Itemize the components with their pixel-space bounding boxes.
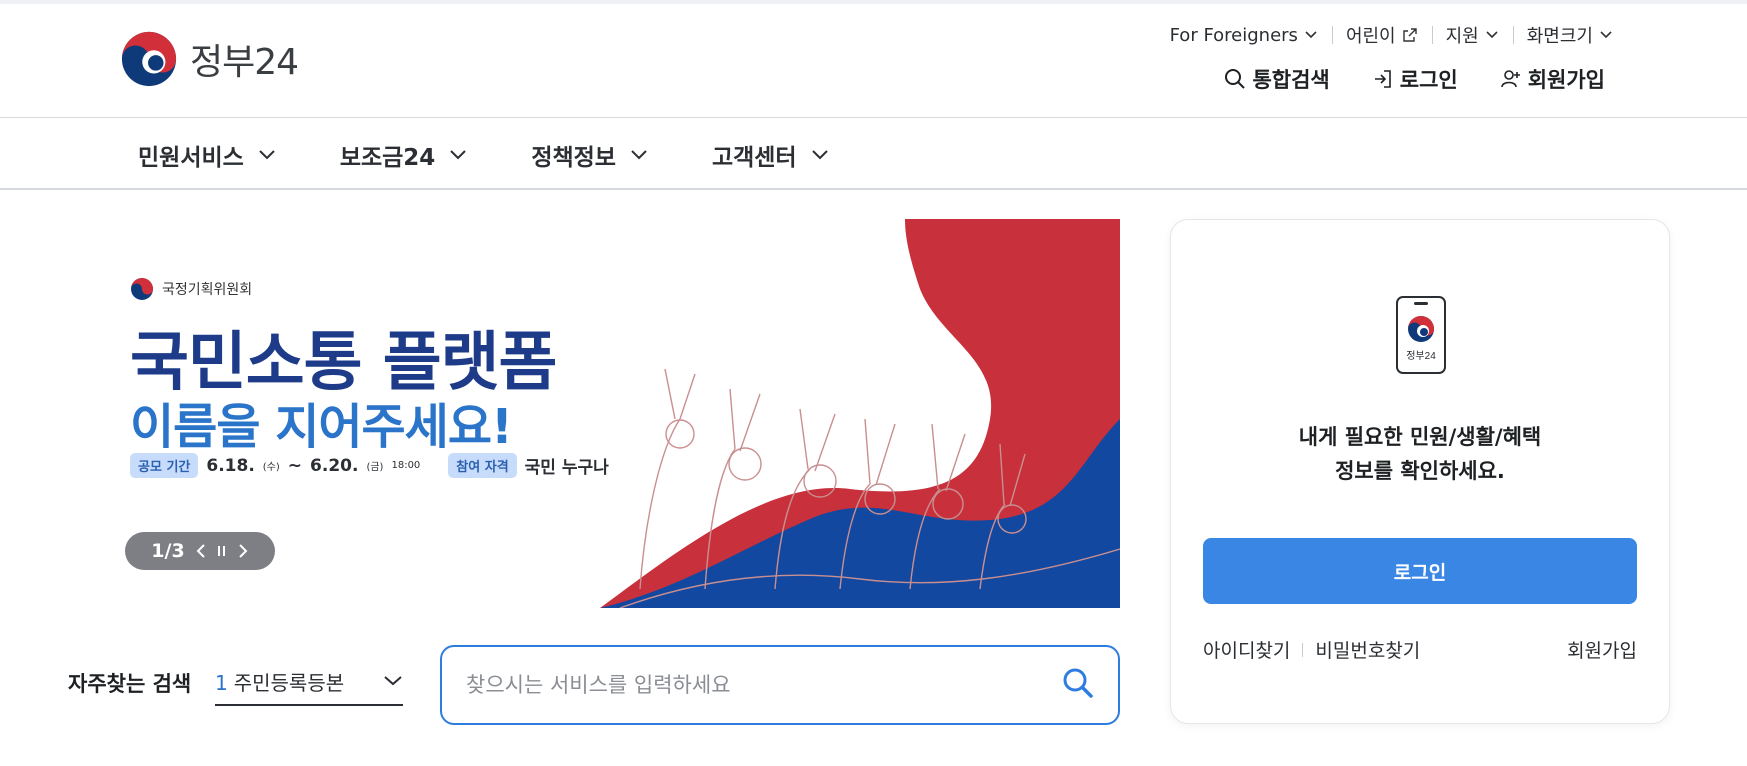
signup-link[interactable]: 회원가입 (1500, 64, 1605, 94)
chevron-down-icon (811, 150, 828, 160)
utility-foreigners[interactable]: For Foreigners (1156, 25, 1332, 46)
panel-message: 내게 필요한 민원/생활/혜택 정보를 확인하세요. (1171, 420, 1669, 488)
eligibility-badge: 참여 자격 (448, 453, 517, 478)
search-input[interactable] (466, 673, 1062, 697)
period-tilde: ~ (287, 455, 303, 476)
app-name: 정부24 (1406, 350, 1436, 362)
prev-slide-button[interactable] (195, 543, 207, 559)
utility-menu: For Foreigners 어린이 지원 화면크기 (1156, 22, 1613, 48)
banner-meta: 공모 기간 6.18. (수) ~ 6.20. (금) 18:00 참여 자격 … (130, 453, 609, 478)
panel-signup-link[interactable]: 회원가입 (1567, 636, 1637, 663)
frequent-search-text: 주민등록등본 (233, 670, 345, 695)
pause-icon (217, 546, 225, 556)
period-end: 6.20. (310, 455, 359, 476)
find-password-link[interactable]: 비밀번호찾기 (1315, 636, 1420, 663)
nav-label: 보조금24 (339, 145, 436, 171)
utility-label: 지원 (1445, 26, 1479, 47)
chevron-down-icon (259, 150, 275, 160)
main-nav: 민원서비스 보조금24 정책정보 고객센터 (138, 138, 893, 172)
banner-org-label: 국정기획위원회 (162, 282, 253, 298)
taegeuk-logo-icon (121, 31, 177, 87)
search-label: 통합검색 (1252, 68, 1330, 92)
login-panel: 정부24 내게 필요한 민원/생활/혜택 정보를 확인하세요. 로그인 아이디찾… (1170, 219, 1670, 724)
taegeuk-small-icon (131, 278, 153, 300)
panel-message-line1: 내게 필요한 민원/생활/혜택 (1298, 425, 1542, 449)
period-end-day: (금) (366, 462, 384, 473)
brand-name: 정부24 (190, 42, 299, 83)
period-end-time: 18:00 (391, 460, 421, 471)
frequent-search-label: 자주찾는 검색 (68, 672, 192, 696)
utility-label: For Foreigners (1169, 24, 1298, 46)
banner-org: 국정기획위원회 (130, 277, 252, 301)
nav-label: 고객센터 (711, 145, 797, 171)
nav-item-subsidy[interactable]: 보조금24 (340, 138, 468, 172)
search-box (440, 645, 1120, 725)
chevron-down-icon (1486, 31, 1498, 39)
utility-screen-size[interactable]: 화면크기 (1512, 22, 1613, 48)
chevron-down-icon (631, 150, 647, 160)
frequent-search-select[interactable]: 1 주민등록등본 (215, 658, 403, 706)
eligibility-value: 국민 누구나 (524, 458, 609, 478)
login-label: 로그인 (1399, 68, 1458, 92)
chevron-down-icon (450, 150, 467, 160)
next-slide-button[interactable] (237, 543, 249, 559)
period-badge: 공모 기간 (130, 453, 199, 478)
search-icon (1063, 668, 1093, 698)
nav-item-civil-service[interactable]: 민원서비스 (138, 138, 276, 172)
utility-kids[interactable]: 어린이 (1331, 22, 1432, 48)
search-icon (1225, 69, 1246, 89)
header-divider (0, 117, 1747, 118)
link-separator (1302, 642, 1304, 657)
panel-message-line2: 정보를 확인하세요. (1335, 459, 1505, 483)
nav-item-customer-center[interactable]: 고객센터 (712, 138, 829, 172)
nav-item-policy[interactable]: 정책정보 (531, 138, 648, 172)
chevron-down-icon (1305, 31, 1317, 39)
login-icon (1374, 70, 1391, 88)
banner-subtitle: 이름을 지어주세요! (130, 399, 513, 455)
period-start: 6.18. (206, 455, 255, 476)
frequent-search-rank: 1 (215, 670, 228, 695)
find-id-link[interactable]: 아이디찾기 (1203, 636, 1290, 663)
login-button[interactable]: 로그인 (1203, 538, 1637, 604)
user-plus-icon (1500, 70, 1520, 88)
nav-label: 민원서비스 (138, 145, 244, 171)
pause-button[interactable] (217, 544, 227, 558)
chevron-left-icon (196, 544, 205, 558)
header-actions: 통합검색 로그인 회원가입 (1224, 64, 1605, 94)
mobile-app-icon: 정부24 (1396, 296, 1446, 374)
top-accent-line (0, 0, 1747, 4)
signup-label: 회원가입 (1527, 68, 1605, 92)
chevron-right-icon (238, 544, 248, 558)
site-logo[interactable]: 정부24 (120, 30, 299, 88)
period-start-day: (수) (262, 462, 280, 473)
chevron-down-icon (384, 676, 402, 686)
nav-label: 정책정보 (531, 145, 616, 171)
slide-indicator: 1/3 (151, 540, 185, 562)
login-link[interactable]: 로그인 (1372, 64, 1458, 94)
utility-label: 화면크기 (1526, 26, 1593, 47)
search-submit-button[interactable] (1062, 667, 1094, 703)
account-links: 아이디찾기 비밀번호찾기 회원가입 (1203, 636, 1637, 663)
integrated-search-button[interactable]: 통합검색 (1224, 64, 1330, 94)
frequent-search-value: 1 주민등록등본 (215, 667, 344, 696)
external-link-icon (1402, 28, 1417, 42)
utility-label: 어린이 (1345, 26, 1396, 47)
nav-divider (0, 188, 1747, 190)
carousel-controls: 1/3 (125, 532, 275, 570)
utility-support[interactable]: 지원 (1431, 22, 1513, 48)
chevron-down-icon (1600, 31, 1612, 39)
